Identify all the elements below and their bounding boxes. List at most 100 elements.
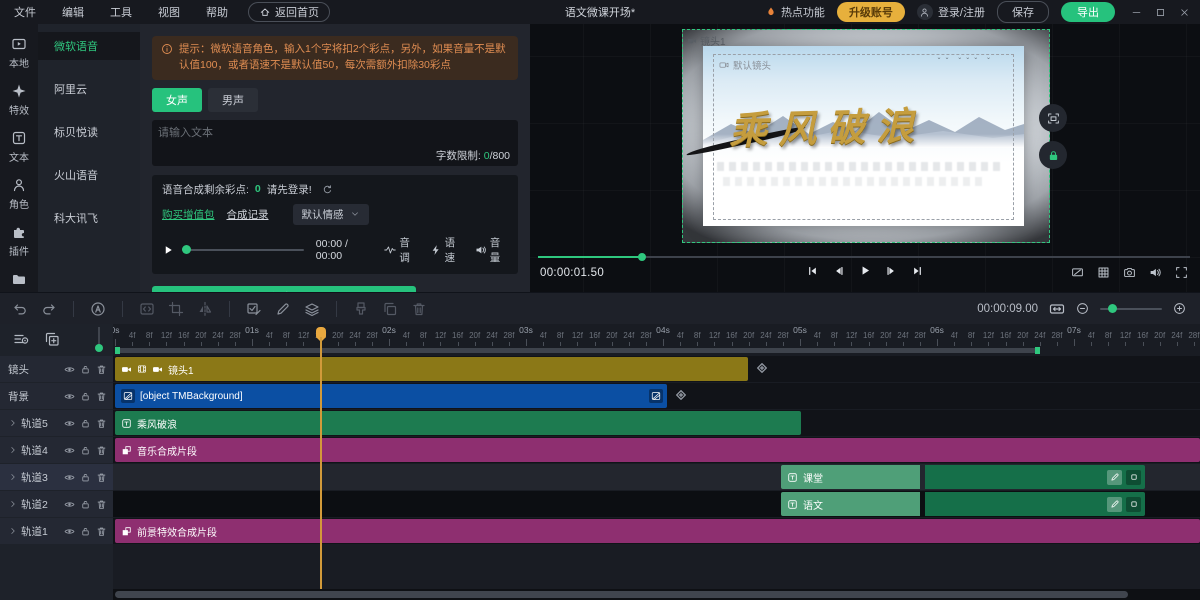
- track-header-track4[interactable]: 轨道4: [0, 437, 113, 463]
- rail-item-local[interactable]: 本地: [0, 34, 38, 72]
- lock-icon[interactable]: [80, 472, 91, 483]
- range-select-icon[interactable]: [139, 301, 155, 317]
- eye-icon[interactable]: [64, 445, 75, 456]
- edit-pen-icon[interactable]: [275, 301, 291, 317]
- eye-icon[interactable]: [64, 391, 75, 402]
- lock-icon[interactable]: [80, 364, 91, 375]
- add-keyframe-button[interactable]: [673, 387, 691, 405]
- minimize-icon[interactable]: [1131, 7, 1142, 18]
- track-header-track5[interactable]: 轨道5: [0, 410, 113, 436]
- scrollbar-thumb[interactable]: [115, 591, 1128, 598]
- chevron-right-icon[interactable]: [8, 472, 18, 482]
- fullscreen-icon[interactable]: [1175, 266, 1188, 279]
- track-header-camera[interactable]: 镜头: [0, 356, 113, 382]
- clip-head[interactable]: 课堂: [781, 465, 920, 489]
- clip-background[interactable]: [object TMBackground]: [115, 384, 667, 408]
- rail-item-effects[interactable]: 特效: [0, 81, 38, 119]
- maximize-icon[interactable]: [1155, 7, 1166, 18]
- skip-end-icon[interactable]: [912, 265, 924, 277]
- snapshot-icon[interactable]: [1123, 266, 1136, 279]
- home-button[interactable]: 返回首页: [248, 2, 330, 22]
- clip-head[interactable]: 语文: [781, 492, 920, 516]
- emotion-select[interactable]: 默认情感: [293, 204, 369, 225]
- trash-icon[interactable]: [96, 418, 107, 429]
- chevron-right-icon[interactable]: [8, 445, 18, 455]
- lock-canvas-button[interactable]: [1039, 141, 1067, 169]
- work-range-bar[interactable]: [115, 348, 1040, 353]
- edit-clip-button[interactable]: [1107, 497, 1122, 512]
- layers-icon[interactable]: [304, 301, 320, 317]
- menu-file[interactable]: 文件: [14, 4, 36, 20]
- video-canvas[interactable]: 镜头1 默认镜头 ⌄⌄ ⌄⌄⌄ ⌄ 乘风破: [682, 29, 1050, 243]
- export-button[interactable]: 导出: [1061, 2, 1115, 22]
- track-manager-icon[interactable]: [13, 331, 29, 347]
- menu-edit[interactable]: 编辑: [62, 4, 84, 20]
- edit-clip-button[interactable]: [1107, 470, 1122, 485]
- chevron-right-icon[interactable]: [8, 526, 18, 536]
- lock-icon[interactable]: [80, 499, 91, 510]
- eye-icon[interactable]: [64, 499, 75, 510]
- synth-history-link[interactable]: 合成记录: [227, 207, 269, 222]
- refresh-icon[interactable]: [322, 184, 333, 195]
- crop-icon[interactable]: [168, 301, 184, 317]
- lock-icon[interactable]: [80, 418, 91, 429]
- track-height-slider[interactable]: [98, 327, 100, 350]
- clip-classroom[interactable]: 课堂: [781, 465, 1145, 489]
- voice-item-microsoft[interactable]: 微软语音: [38, 32, 140, 60]
- skip-start-icon[interactable]: [807, 265, 819, 277]
- zoom-out-icon[interactable]: [1076, 302, 1089, 315]
- audition-slider[interactable]: [182, 249, 304, 251]
- play-icon[interactable]: [162, 244, 174, 256]
- rail-item-role[interactable]: 角色: [0, 175, 38, 213]
- stop-style-button[interactable]: [1126, 470, 1141, 485]
- clip-body[interactable]: [925, 492, 1145, 516]
- undo-icon[interactable]: [12, 301, 28, 317]
- flip-icon[interactable]: [197, 301, 213, 317]
- fit-view-button[interactable]: [1039, 104, 1067, 132]
- track-header-track1[interactable]: 轨道1: [0, 518, 113, 544]
- redo-icon[interactable]: [41, 301, 57, 317]
- auto-select-icon[interactable]: [90, 301, 106, 317]
- track-header-background[interactable]: 背景: [0, 383, 113, 409]
- select-edit-icon[interactable]: [246, 301, 262, 317]
- track-height-handle[interactable]: [95, 344, 103, 352]
- voice-item-volcano[interactable]: 火山语音: [38, 161, 140, 189]
- add-keyframe-button[interactable]: [754, 360, 772, 378]
- track-header-track2[interactable]: 轨道2: [0, 491, 113, 517]
- zoom-in-icon[interactable]: [1173, 302, 1186, 315]
- stop-style-button[interactable]: [1126, 497, 1141, 512]
- mute-icon[interactable]: [1149, 266, 1162, 279]
- rail-item-text[interactable]: 文本: [0, 128, 38, 166]
- speed-control[interactable]: 语速: [430, 235, 463, 265]
- lock-icon[interactable]: [80, 391, 91, 402]
- eye-icon[interactable]: [64, 364, 75, 375]
- clip-title-text[interactable]: 乘风破浪: [115, 411, 801, 435]
- zoom-slider-handle[interactable]: [1108, 304, 1117, 313]
- track-header-track3[interactable]: 轨道3: [0, 464, 113, 490]
- upgrade-account-button[interactable]: 升级账号: [837, 2, 905, 22]
- tab-female-voice[interactable]: 女声: [152, 88, 202, 112]
- clip-body[interactable]: [925, 465, 1145, 489]
- chevron-right-icon[interactable]: [8, 418, 18, 428]
- frame-back-icon[interactable]: [833, 265, 845, 277]
- progress-handle[interactable]: [638, 253, 646, 261]
- frame-forward-icon[interactable]: [886, 265, 898, 277]
- menu-view[interactable]: 视图: [158, 4, 180, 20]
- eye-icon[interactable]: [64, 472, 75, 483]
- trash-icon[interactable]: [96, 499, 107, 510]
- trash-icon[interactable]: [96, 445, 107, 456]
- clip-subject[interactable]: 语文: [781, 492, 1145, 516]
- range-end-marker[interactable]: [1035, 347, 1040, 354]
- pitch-control[interactable]: 音调: [384, 235, 417, 265]
- lock-icon[interactable]: [80, 526, 91, 537]
- clip-music[interactable]: 音乐合成片段: [115, 438, 1200, 462]
- fit-timeline-icon[interactable]: [1049, 301, 1065, 317]
- eye-icon[interactable]: [64, 526, 75, 537]
- range-start-marker[interactable]: [115, 347, 120, 354]
- delete-icon[interactable]: [411, 301, 427, 317]
- grid-icon[interactable]: [1097, 266, 1110, 279]
- monitor-icon[interactable]: [1071, 266, 1084, 279]
- timeline-scrollbar[interactable]: [113, 589, 1200, 600]
- rail-item-plugin[interactable]: 插件: [0, 222, 38, 260]
- voice-item-aliyun[interactable]: 阿里云: [38, 75, 140, 103]
